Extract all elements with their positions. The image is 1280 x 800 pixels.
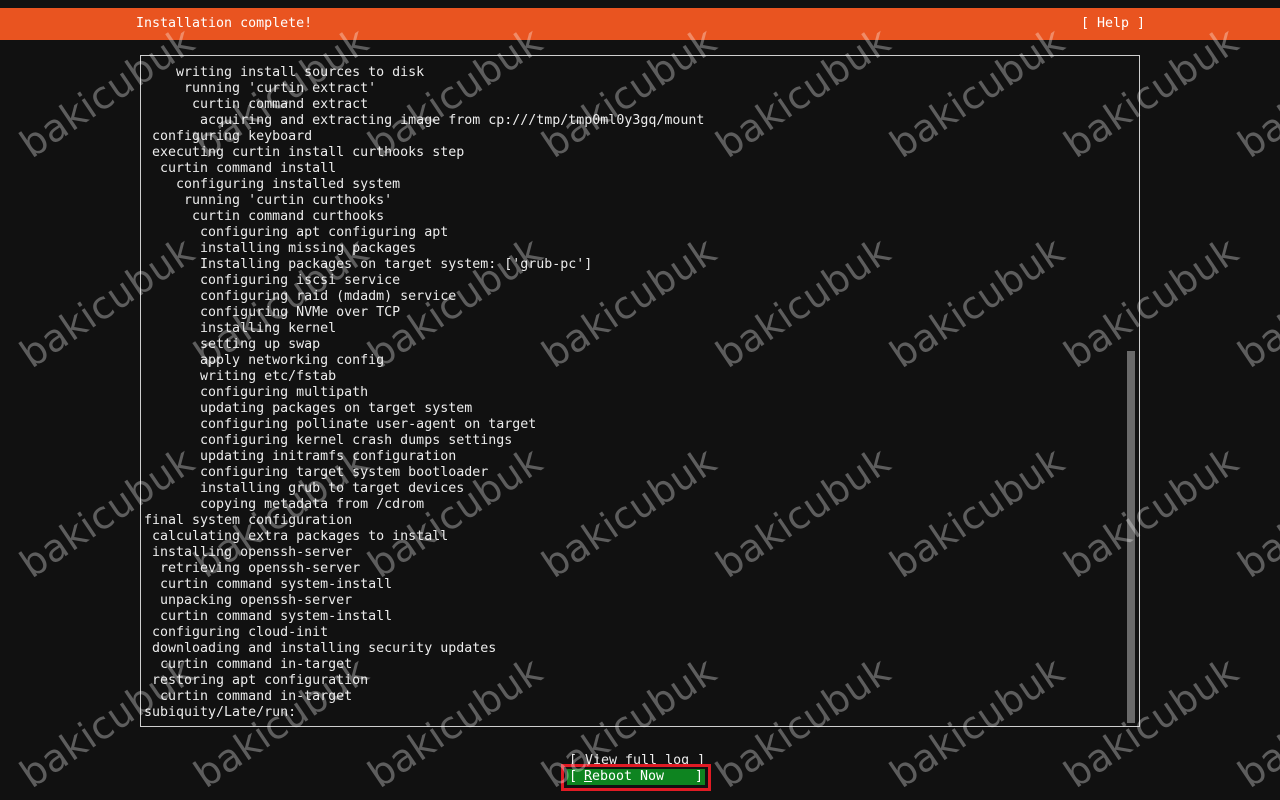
log-line: copying metadata from /cdrom (144, 497, 425, 512)
log-line: downloading and installing security upda… (144, 641, 497, 656)
log-scrollbar[interactable] (1127, 351, 1135, 723)
watermark-text: bakicubuk (1230, 18, 1280, 167)
watermark-text: bakicubuk (1230, 648, 1280, 797)
watermark-text: bakicubuk (1230, 438, 1280, 587)
annotation-highlight-box (561, 764, 711, 791)
log-line: installing missing packages (144, 241, 417, 256)
log-line: configuring keyboard (144, 129, 313, 144)
install-log-panel[interactable]: writing install sources to disk running … (140, 55, 1140, 727)
log-line: configuring cloud-init (144, 625, 329, 640)
log-line: retrieving openssh-server (144, 561, 361, 576)
log-line: Installing packages on target system: ['… (144, 257, 593, 272)
log-line: configuring kernel crash dumps settings (144, 433, 513, 448)
watermark-text: bakicubuk (1230, 228, 1280, 377)
title-bar: Installation complete! [ Help ] (0, 8, 1280, 40)
log-line: curtin command install (144, 161, 337, 176)
log-line: curtin command system-install (144, 609, 393, 624)
installer-screen: Installation complete! [ Help ] writing … (0, 0, 1280, 800)
log-line: configuring apt configuring apt (144, 225, 449, 240)
log-line: configuring target system bootloader (144, 465, 489, 480)
log-line: updating packages on target system (144, 401, 473, 416)
log-line: curtin command system-install (144, 577, 393, 592)
log-line: writing etc/fstab (144, 369, 337, 384)
log-line: curtin command curthooks (144, 209, 385, 224)
log-line: installing kernel (144, 321, 337, 336)
log-line: configuring raid (mdadm) service (144, 289, 457, 304)
log-line: installing grub to target devices (144, 481, 465, 496)
log-line: curtin command in-target (144, 657, 353, 672)
help-button[interactable]: [ Help ] (1081, 16, 1145, 32)
log-line: running 'curtin extract' (144, 81, 377, 96)
log-line: acquiring and extracting image from cp:/… (144, 113, 705, 128)
log-lines: writing install sources to disk running … (144, 65, 1123, 721)
log-line: installing openssh-server (144, 545, 353, 560)
log-line: configuring iscsi service (144, 273, 401, 288)
log-line: running 'curtin curthooks' (144, 193, 393, 208)
log-line: curtin command in-target (144, 689, 353, 704)
log-line: apply networking config (144, 353, 385, 368)
page-title: Installation complete! (136, 16, 313, 31)
log-line: restoring apt configuration (144, 673, 369, 688)
log-line: configuring multipath (144, 385, 369, 400)
log-line: configuring pollinate user-agent on targ… (144, 417, 537, 432)
log-line: final system configuration (144, 513, 353, 528)
log-line: configuring NVMe over TCP (144, 305, 401, 320)
log-line: writing install sources to disk (144, 65, 425, 80)
log-line: calculating extra packages to install (144, 529, 449, 544)
log-line: executing curtin install curthooks step (144, 145, 465, 160)
log-line: updating initramfs configuration (144, 449, 457, 464)
log-line: curtin command extract (144, 97, 369, 112)
log-line: setting up swap (144, 337, 321, 352)
log-line: subiquity/Late/run: (144, 705, 297, 720)
log-line: configuring installed system (144, 177, 401, 192)
log-line: unpacking openssh-server (144, 593, 353, 608)
